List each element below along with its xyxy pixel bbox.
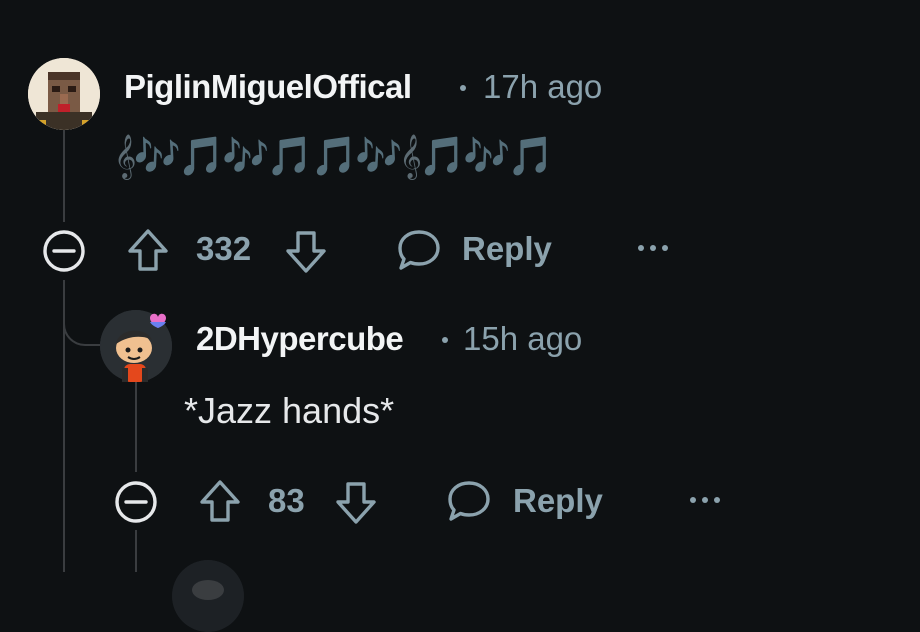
- downvote-icon[interactable]: [334, 480, 378, 526]
- avatar[interactable]: [100, 310, 172, 382]
- user-avatar-icon: [172, 560, 244, 632]
- snoo-avatar-icon: [100, 310, 172, 382]
- comment-timestamp: 17h ago: [483, 68, 603, 105]
- comment-body: 𝄞🎶🎵🎶🎵🎵🎶𝄞🎵🎶🎵: [114, 134, 555, 178]
- reply-label: Reply: [513, 482, 603, 519]
- comment-body: *Jazz hands*: [184, 390, 395, 431]
- more-options-icon[interactable]: [636, 242, 670, 254]
- comment-timestamp: 15h ago: [463, 320, 583, 357]
- upvote-icon[interactable]: [126, 227, 170, 273]
- upvote-icon[interactable]: [198, 478, 242, 524]
- reply-icon: [398, 230, 440, 270]
- comment-author[interactable]: PiglinMiguelOffical: [124, 68, 412, 106]
- comment-author[interactable]: 2DHypercube: [196, 320, 404, 358]
- avatar[interactable]: [28, 58, 100, 130]
- reply-icon: [448, 481, 490, 521]
- thread-line-bottom-2: [135, 530, 137, 572]
- collapse-icon[interactable]: [113, 479, 159, 525]
- more-options-icon[interactable]: [688, 494, 722, 506]
- collapse-icon[interactable]: [41, 228, 87, 274]
- avatar[interactable]: [172, 560, 244, 632]
- separator-dot: [460, 85, 466, 91]
- vote-count: 83: [268, 482, 305, 519]
- vote-count: 332: [196, 230, 252, 267]
- downvote-icon[interactable]: [284, 229, 328, 275]
- thread-line-top-1: [63, 130, 65, 222]
- blocky-character-avatar-icon: [28, 58, 100, 130]
- reply-label: Reply: [462, 230, 552, 267]
- thread-connector-1: [63, 282, 103, 346]
- thread-line-top-2: [135, 382, 137, 472]
- separator-dot: [442, 337, 448, 343]
